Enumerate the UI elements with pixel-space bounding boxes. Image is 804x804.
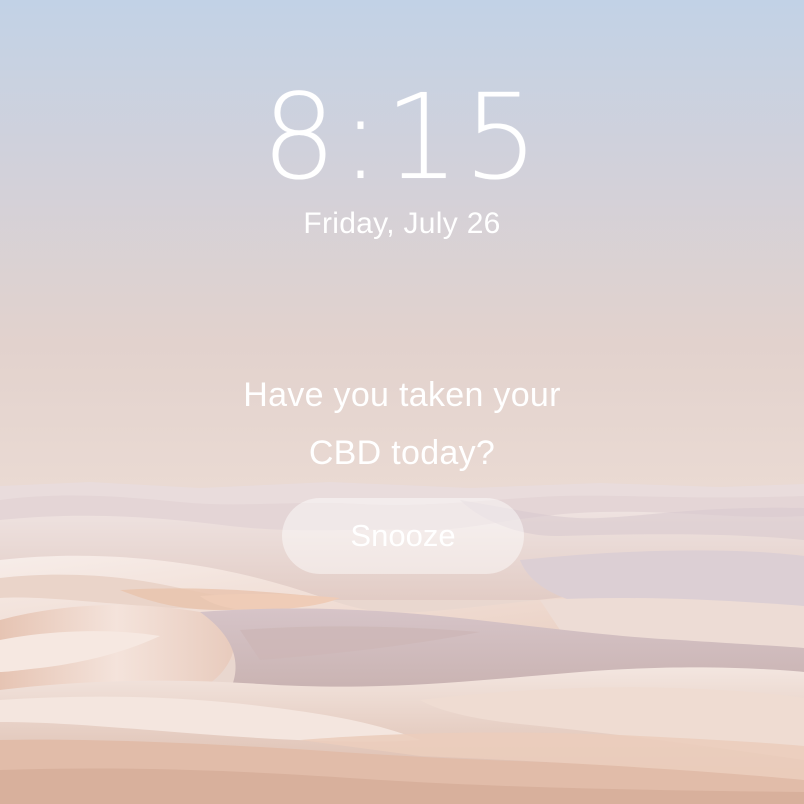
alarm-message-line-1: Have you taken your [243, 376, 561, 414]
lock-screen: 8:15 Friday, July 26 Have you taken your… [0, 0, 804, 804]
lock-screen-date: Friday, July 26 [303, 207, 501, 240]
snooze-button[interactable]: Snooze [282, 498, 524, 574]
alarm-message-line-2: CBD today? [308, 434, 496, 472]
lock-screen-clock: 8:15 [261, 68, 543, 206]
alarm-message: Have you taken your CBD today? [0, 366, 804, 482]
